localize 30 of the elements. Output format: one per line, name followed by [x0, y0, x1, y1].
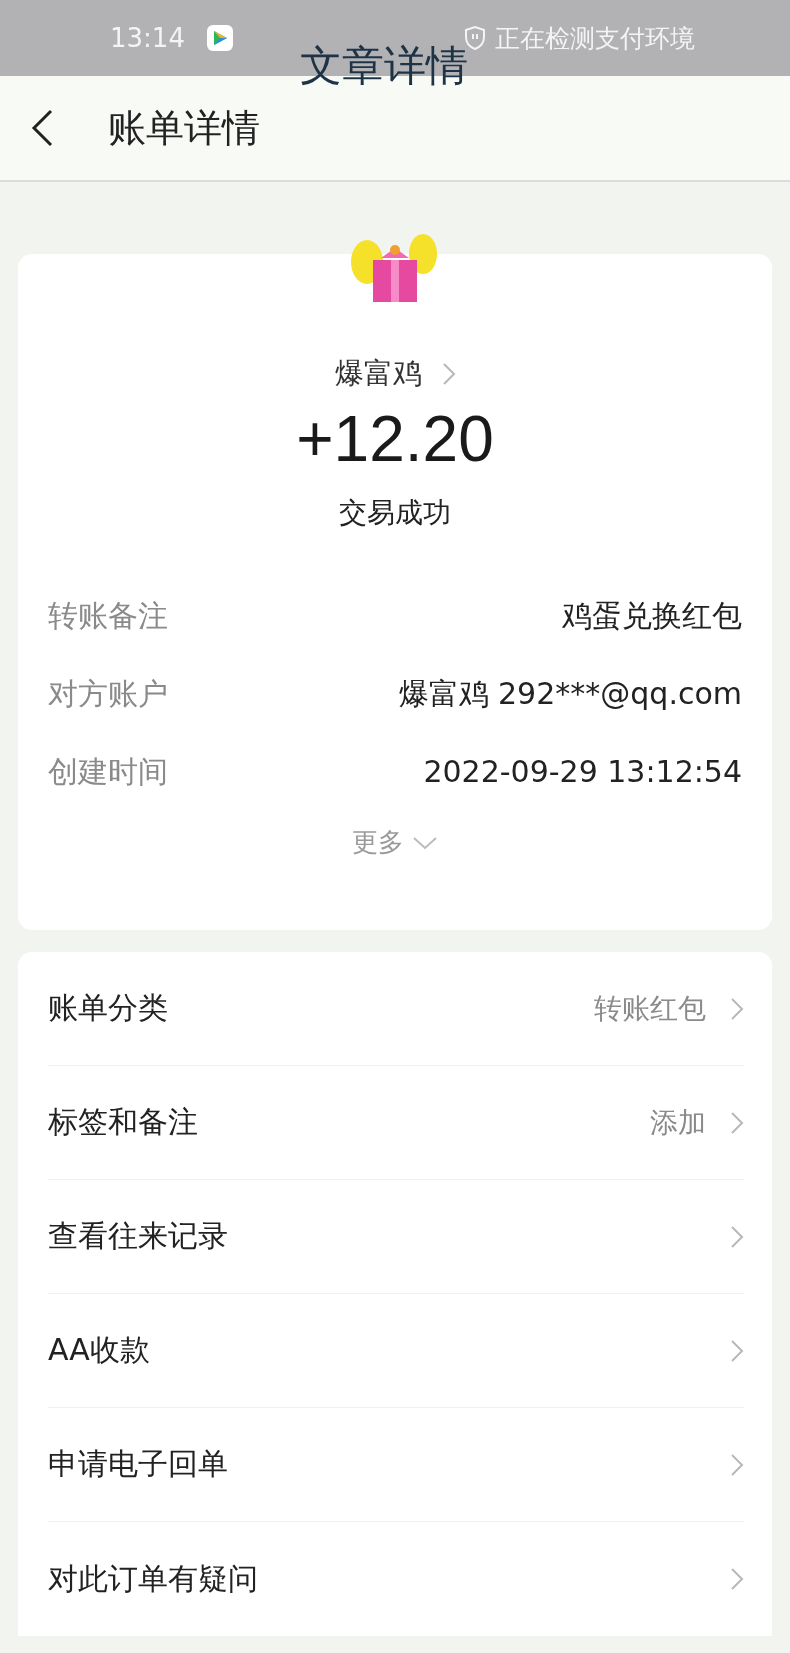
status-notice: 正在检测支付环境: [495, 22, 695, 55]
detail-label: 创建时间: [48, 753, 168, 791]
chevron-right-icon: [730, 996, 744, 1021]
menu-item-value: 转账红包: [594, 990, 706, 1027]
menu-item[interactable]: 申请电子回单: [48, 1408, 744, 1522]
chevron-right-icon: [441, 362, 456, 386]
chevron-down-icon: [412, 834, 438, 851]
detail-value: 爆富鸡 292***@qq.com: [398, 675, 742, 713]
chevron-right-icon: [730, 1110, 744, 1135]
detail-label: 转账备注: [48, 597, 168, 635]
page-overlay-title: 文章详情: [300, 40, 468, 92]
chevron-right-icon: [730, 1224, 744, 1249]
amount-text: +12.20: [295, 402, 495, 476]
payee-link[interactable]: 爆富鸡: [48, 354, 742, 394]
menu-item-value: 添加: [650, 1104, 706, 1141]
status-time: 13:14: [110, 23, 185, 53]
detail-value: 2022-09-29 13:12:54: [423, 753, 742, 791]
app-icon: [206, 25, 233, 51]
chevron-right-icon: [730, 1452, 744, 1477]
transaction-status: 交易成功: [338, 495, 452, 531]
detail-value: 鸡蛋兑换红包: [562, 597, 742, 635]
menu-item[interactable]: 对此订单有疑问: [48, 1522, 744, 1636]
menu-item[interactable]: 标签和备注 添加: [48, 1066, 744, 1180]
menu-item[interactable]: AA收款: [48, 1294, 744, 1408]
menu-item[interactable]: 账单分类 转账红包: [48, 952, 744, 1066]
menu-item[interactable]: 查看往来记录: [48, 1180, 744, 1294]
detail-label: 对方账户: [48, 675, 168, 713]
chevron-right-icon: [730, 1338, 744, 1363]
page-title: 账单详情: [108, 104, 260, 152]
chevron-right-icon: [730, 1567, 744, 1591]
